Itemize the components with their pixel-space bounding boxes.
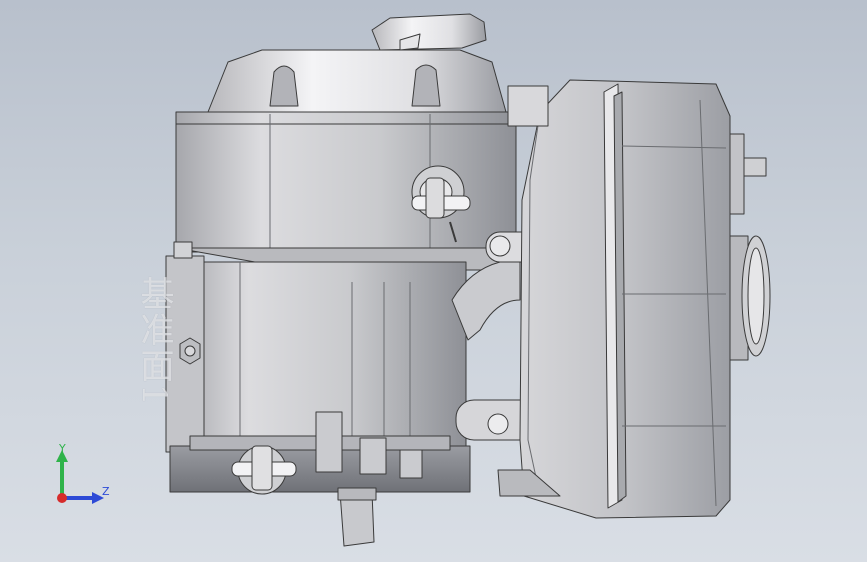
z-axis-label: Z xyxy=(102,485,110,498)
engine-model[interactable] xyxy=(0,0,867,562)
graphics-viewport[interactable]: 基准面1 Y Z xyxy=(0,0,867,562)
coordinate-triad: Y Z xyxy=(48,438,118,508)
upper-housing xyxy=(175,111,517,253)
x-axis-dot xyxy=(57,493,67,503)
top-cap xyxy=(371,13,487,51)
dome-top xyxy=(207,49,507,113)
y-axis-label: Y xyxy=(59,442,66,455)
